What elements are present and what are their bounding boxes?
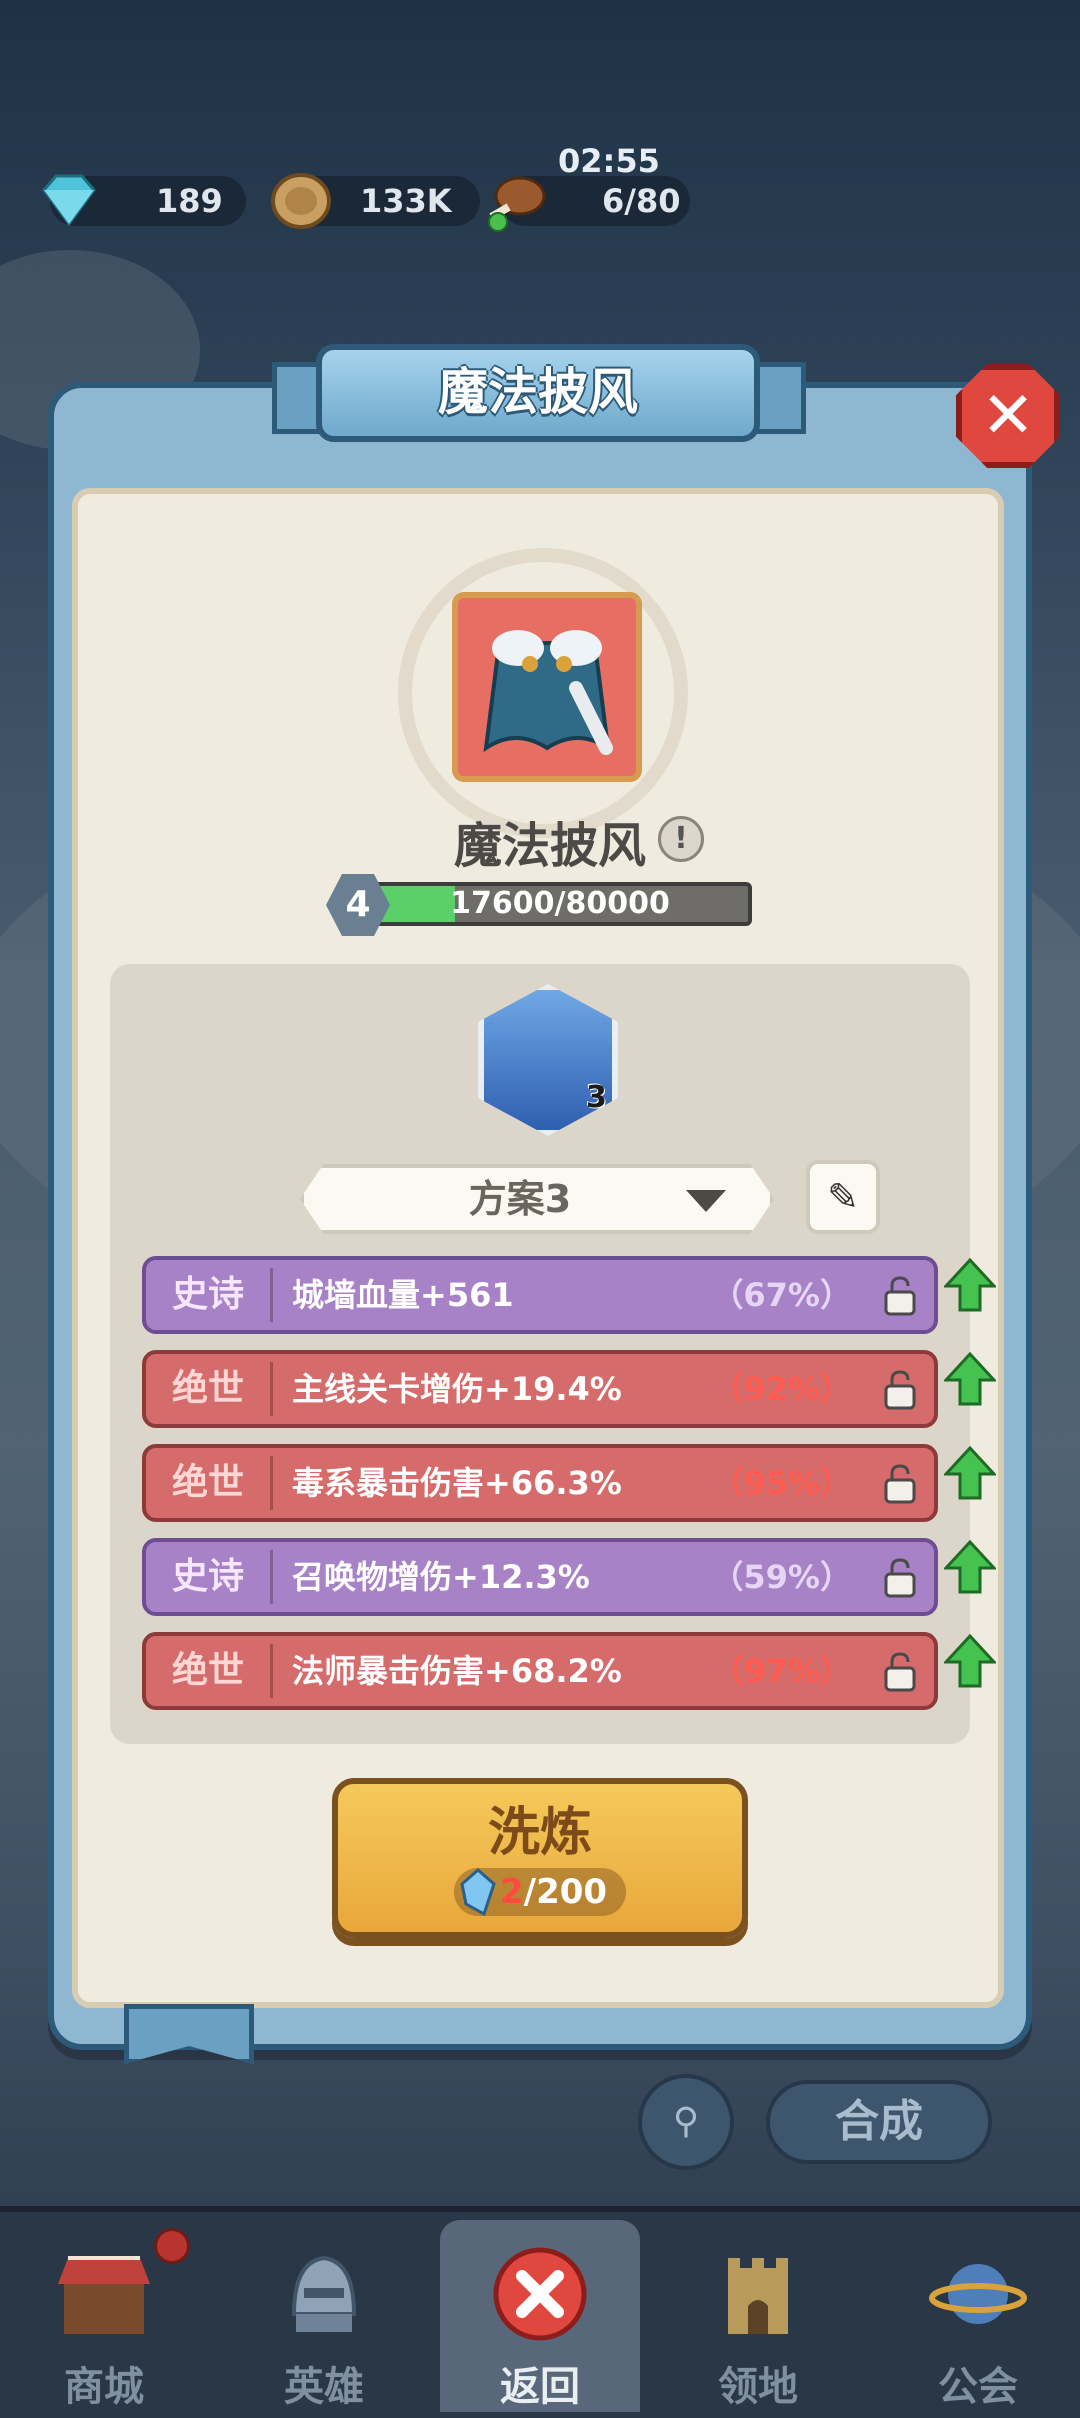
unlock-icon[interactable] — [880, 1650, 920, 1692]
attribute-percent: （95%） — [711, 1464, 852, 1502]
item-name: 魔法披风 — [454, 818, 647, 874]
attribute-text: 法师暴击伤害+68.2% — [292, 1652, 622, 1690]
unlock-icon[interactable] — [880, 1368, 920, 1410]
nav-label: 返回 — [500, 2364, 580, 2410]
pencil-icon: ✎ — [827, 1175, 859, 1219]
filter-icon: ⚲ — [672, 2101, 700, 2142]
castle-icon — [708, 2244, 808, 2344]
attribute-row: 绝世 毒系暴击伤害+66.3% （95%） — [142, 1444, 938, 1522]
notification-badge — [154, 2228, 190, 2264]
attribute-percent: （67%） — [711, 1276, 852, 1314]
combine-button[interactable]: 合成 — [766, 2080, 992, 2164]
row-divider — [270, 1644, 273, 1698]
rarity-tag: 绝世 — [171, 1368, 244, 1409]
xp-text: 17600/80000 — [450, 886, 670, 921]
rarity-tag: 史诗 — [171, 1274, 244, 1315]
filter-button[interactable]: ⚲ — [638, 2074, 734, 2170]
attribute-percent: （59%） — [711, 1558, 852, 1596]
attribute-text: 城墙血量+561 — [292, 1276, 514, 1314]
nav-item-1[interactable]: 英雄 — [224, 2220, 424, 2412]
row-divider — [270, 1550, 273, 1604]
upgrade-arrow-icon[interactable] — [942, 1351, 998, 1408]
nav-label: 商城 — [64, 2364, 144, 2410]
unlock-icon[interactable] — [880, 1462, 920, 1504]
meat-icon — [488, 176, 546, 232]
nav-label: 公会 — [938, 2364, 1018, 2410]
attribute-row: 史诗 召唤物增伤+12.3% （59%） — [142, 1538, 938, 1616]
nav-item-2[interactable]: 返回 — [440, 2220, 640, 2412]
cape-icon — [483, 630, 613, 755]
attribute-row: 绝世 主线关卡增伤+19.4% （92%） — [142, 1350, 938, 1428]
skill-count: 3 — [586, 1080, 607, 1115]
refine-cost-text: 2/200 — [500, 1872, 608, 1912]
unlock-icon[interactable] — [880, 1274, 920, 1316]
upgrade-arrow-icon[interactable] — [942, 1257, 998, 1314]
stamina-timer: 02:55 — [558, 142, 660, 180]
rarity-tag: 史诗 — [171, 1556, 244, 1597]
coin-icon — [271, 173, 331, 229]
upgrade-arrow-icon[interactable] — [942, 1633, 998, 1690]
chevron-down-icon[interactable] — [686, 1190, 726, 1212]
edit-plan-button[interactable]: ✎ — [806, 1160, 880, 1234]
attribute-percent: （97%） — [711, 1652, 852, 1690]
nav-label: 英雄 — [284, 2364, 364, 2410]
stamina-value: 6/80 — [602, 182, 681, 220]
attribute-row: 史诗 城墙血量+561 （67%） — [142, 1256, 938, 1334]
planet-icon — [928, 2244, 1028, 2344]
row-divider — [270, 1456, 273, 1510]
nav-item-3[interactable]: 领地 — [658, 2220, 858, 2412]
row-divider — [270, 1362, 273, 1416]
gems-value: 189 — [156, 182, 223, 220]
shop-icon — [54, 2244, 154, 2344]
attribute-text: 主线关卡增伤+19.4% — [292, 1370, 622, 1408]
plan-select-label[interactable]: 方案3 — [300, 1164, 740, 1234]
rarity-tag: 绝世 — [171, 1650, 244, 1691]
nav-label: 领地 — [718, 2364, 798, 2410]
gem-icon — [42, 174, 96, 227]
unlock-icon[interactable] — [880, 1556, 920, 1598]
close-icon — [490, 2244, 590, 2344]
hero-helmet-icon — [274, 2244, 374, 2344]
upgrade-arrow-icon[interactable] — [942, 1539, 998, 1596]
attribute-percent: （92%） — [711, 1370, 852, 1408]
attribute-row: 绝世 法师暴击伤害+68.2% （97%） — [142, 1632, 938, 1710]
attribute-text: 毒系暴击伤害+66.3% — [292, 1464, 622, 1502]
row-divider — [270, 1268, 273, 1322]
xp-progress-bar: 17600/80000 — [368, 882, 752, 926]
upgrade-arrow-icon[interactable] — [942, 1445, 998, 1502]
refine-button-label[interactable]: 洗炼 — [332, 1790, 748, 1865]
crystal-icon — [460, 1868, 496, 1916]
rarity-tag: 绝世 — [171, 1462, 244, 1503]
nav-item-4[interactable]: 公会 — [878, 2220, 1078, 2412]
info-icon[interactable]: ! — [658, 816, 704, 862]
dialog-title: 魔法披风 — [316, 344, 760, 442]
item-portrait[interactable] — [452, 592, 642, 782]
close-icon: ✕ — [981, 379, 1035, 453]
attribute-text: 召唤物增伤+12.3% — [292, 1558, 590, 1596]
coins-value: 133K — [360, 182, 452, 220]
